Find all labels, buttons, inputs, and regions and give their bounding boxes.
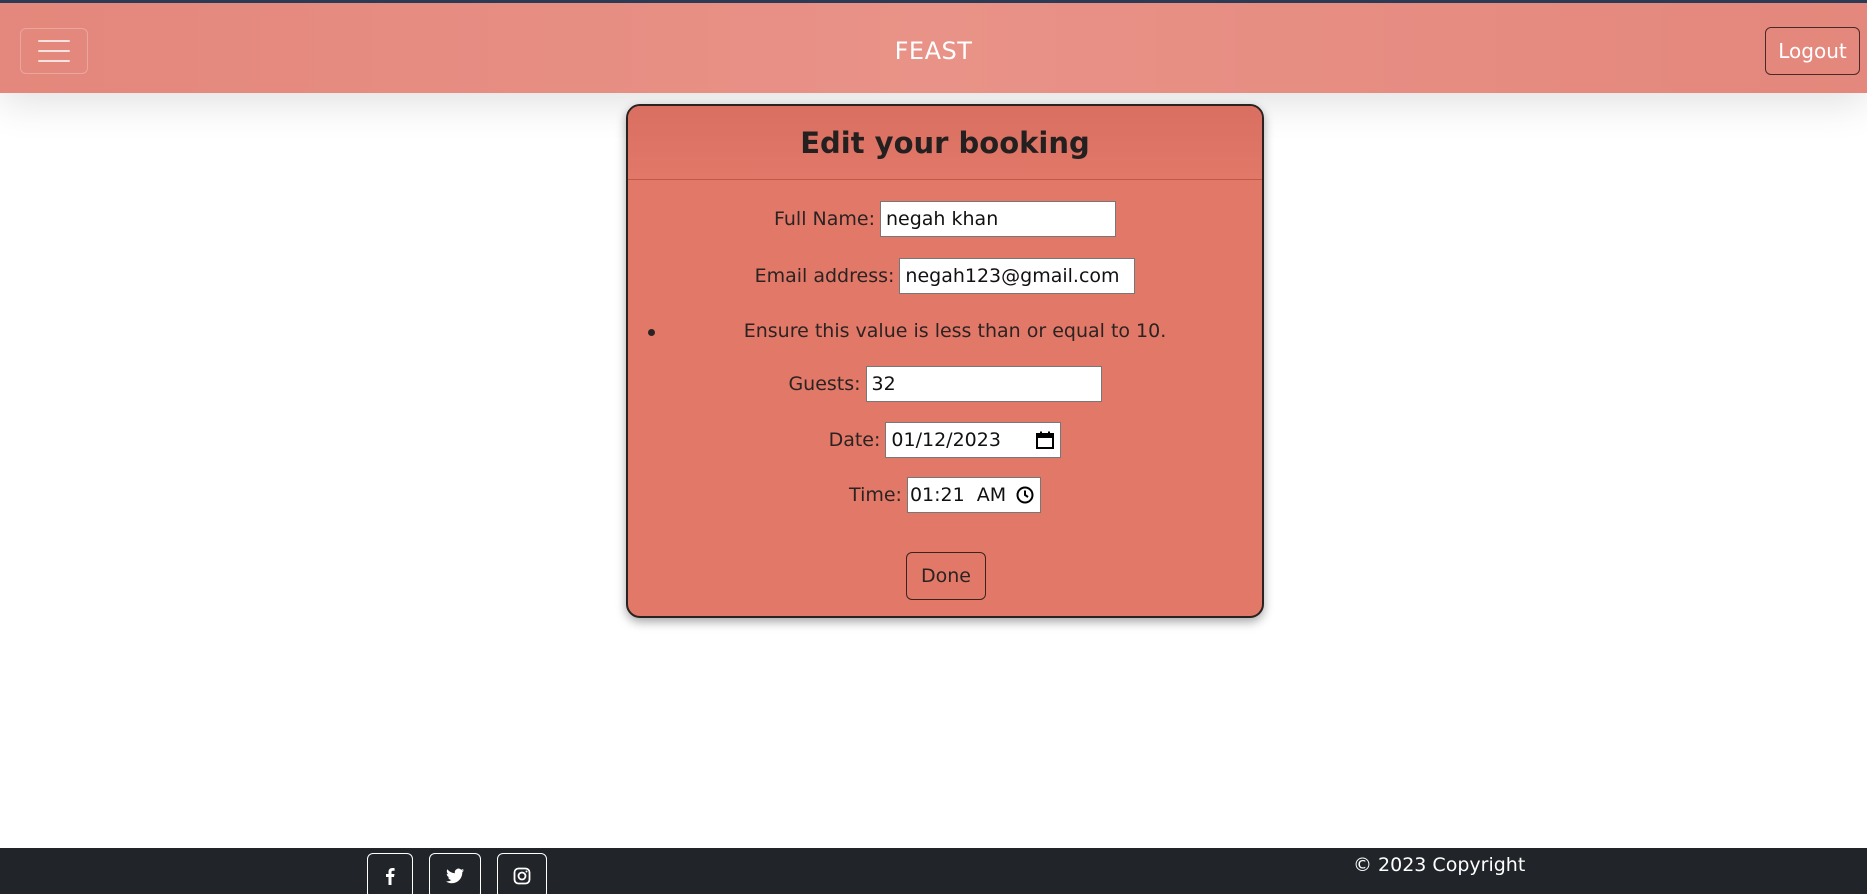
instagram-icon [513, 867, 531, 885]
facebook-button[interactable] [367, 853, 413, 894]
guests-row: Guests: [628, 366, 1262, 402]
guests-error-message: Ensure this value is less than or equal … [743, 320, 1167, 342]
page: FEAST Logout Edit your booking Full Name… [0, 0, 1867, 894]
date-label: Date: [828, 429, 881, 451]
guests-label: Guests: [788, 373, 861, 395]
done-button[interactable]: Done [906, 552, 986, 600]
navbar: FEAST Logout [0, 0, 1867, 93]
date-row: Date: [628, 422, 1262, 458]
error-bullet [648, 329, 655, 336]
email-row: Email address: [628, 258, 1262, 294]
guests-input[interactable] [865, 366, 1102, 402]
twitter-icon [446, 868, 464, 884]
time-picker[interactable] [906, 477, 1041, 513]
full-name-input[interactable] [879, 201, 1116, 237]
full-name-row: Full Name: [628, 201, 1262, 237]
copyright-text: © 2023 Copyright [1353, 854, 1526, 876]
email-input[interactable] [899, 258, 1136, 294]
full-name-label: Full Name: [774, 208, 875, 230]
calendar-icon[interactable] [1035, 430, 1055, 450]
time-label: Time: [849, 484, 902, 506]
footer: © 2023 Copyright [0, 848, 1867, 894]
edit-booking-card: Edit your booking Full Name: Email addre… [626, 104, 1264, 618]
twitter-button[interactable] [429, 853, 481, 894]
time-row: Time: [628, 477, 1262, 513]
card-header: Edit your booking [628, 106, 1262, 180]
clock-icon[interactable] [1015, 485, 1035, 505]
brand-title[interactable]: FEAST [0, 37, 1867, 65]
date-picker[interactable] [885, 422, 1062, 458]
facebook-icon [386, 868, 395, 885]
instagram-button[interactable] [497, 853, 547, 894]
email-label: Email address: [754, 265, 895, 287]
logout-button[interactable]: Logout [1765, 27, 1860, 75]
error-list: Ensure this value is less than or equal … [628, 320, 1262, 342]
card-title: Edit your booking [800, 125, 1090, 160]
